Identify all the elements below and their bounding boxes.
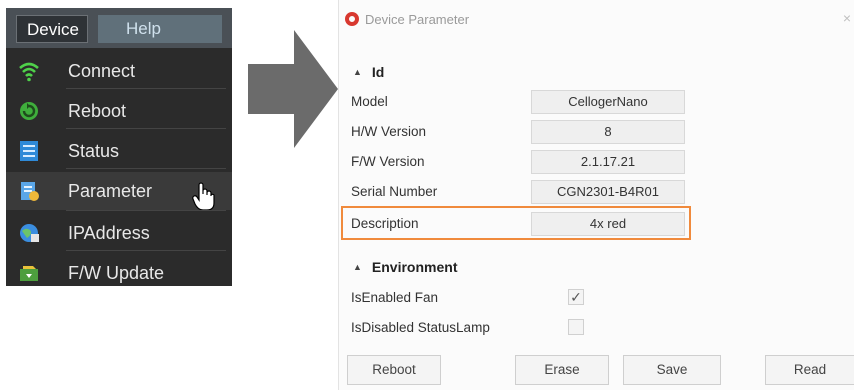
reboot-button[interactable]: Reboot	[347, 355, 441, 385]
param-label-serial-number: Serial Number	[351, 184, 438, 199]
status-icon	[20, 141, 38, 161]
param-value-fw-version[interactable]: 2.1.17.21	[531, 150, 685, 174]
param-label-model: Model	[351, 94, 388, 109]
env-label-isdisabled-statuslamp: IsDisabled StatusLamp	[351, 320, 490, 335]
menu-item-status[interactable]: Status	[6, 132, 232, 170]
menu-device[interactable]: Device	[16, 15, 88, 43]
right-arrow-icon	[248, 30, 338, 148]
isdisabled-statuslamp-checkbox[interactable]	[568, 319, 584, 335]
menu-bar: Device Help	[6, 8, 232, 48]
erase-button[interactable]: Erase	[515, 355, 609, 385]
menu-item-reboot[interactable]: Reboot	[6, 92, 232, 130]
menu-help[interactable]: Help	[98, 15, 222, 43]
env-label-isenabled-fan: IsEnabled Fan	[351, 290, 439, 305]
section-environment-header[interactable]: ▲ Environment	[353, 259, 458, 275]
device-menu: Device Help Connect Reboot Status Parame…	[6, 8, 232, 286]
menu-item-connect[interactable]: Connect	[6, 52, 232, 90]
wifi-icon	[19, 62, 39, 82]
menu-item-ipaddress[interactable]: IPAddress	[6, 214, 232, 252]
device-parameter-dialog: Device Parameter × ▲ Id Model CellogerNan…	[338, 0, 854, 390]
save-button[interactable]: Save	[623, 355, 721, 385]
collapse-caret-icon: ▲	[353, 262, 362, 272]
menu-item-label: Parameter	[68, 181, 153, 201]
param-label-hw-version: H/W Version	[351, 124, 427, 139]
section-id-header[interactable]: ▲ Id	[353, 64, 384, 80]
hand-cursor-icon	[192, 182, 215, 211]
menu-item-label: Status	[68, 141, 120, 161]
menu-item-label: Connect	[68, 61, 136, 81]
param-value-description[interactable]: 4x red	[531, 212, 685, 236]
menu-item-parameter[interactable]: Parameter	[6, 172, 232, 211]
menu-item-fw-update[interactable]: F/W Update	[6, 254, 232, 292]
fw-update-icon	[20, 266, 38, 281]
ipaddress-icon	[20, 224, 39, 242]
param-value-serial-number[interactable]: CGN2301-B4R01	[531, 180, 685, 204]
collapse-caret-icon: ▲	[353, 67, 362, 77]
menu-item-label: F/W Update	[68, 263, 165, 283]
section-environment-label: Environment	[371, 259, 458, 275]
app-logo-icon	[345, 12, 359, 26]
close-icon[interactable]: ×	[843, 10, 851, 26]
parameter-icon	[21, 182, 39, 201]
reboot-icon	[20, 102, 38, 120]
param-value-hw-version[interactable]: 8	[531, 120, 685, 144]
dialog-title-bar: Device Parameter	[345, 6, 469, 34]
param-label-description: Description	[351, 216, 419, 231]
menu-item-label: IPAddress	[68, 223, 150, 243]
isenabled-fan-checkbox[interactable]: ✓	[568, 289, 584, 305]
section-id-label: Id	[371, 64, 385, 80]
param-label-fw-version: F/W Version	[351, 154, 425, 169]
read-button[interactable]: Read	[765, 355, 854, 385]
dialog-title: Device Parameter	[365, 12, 470, 27]
menu-item-label: Reboot	[68, 101, 127, 121]
param-value-model[interactable]: CellogerNano	[531, 90, 685, 114]
